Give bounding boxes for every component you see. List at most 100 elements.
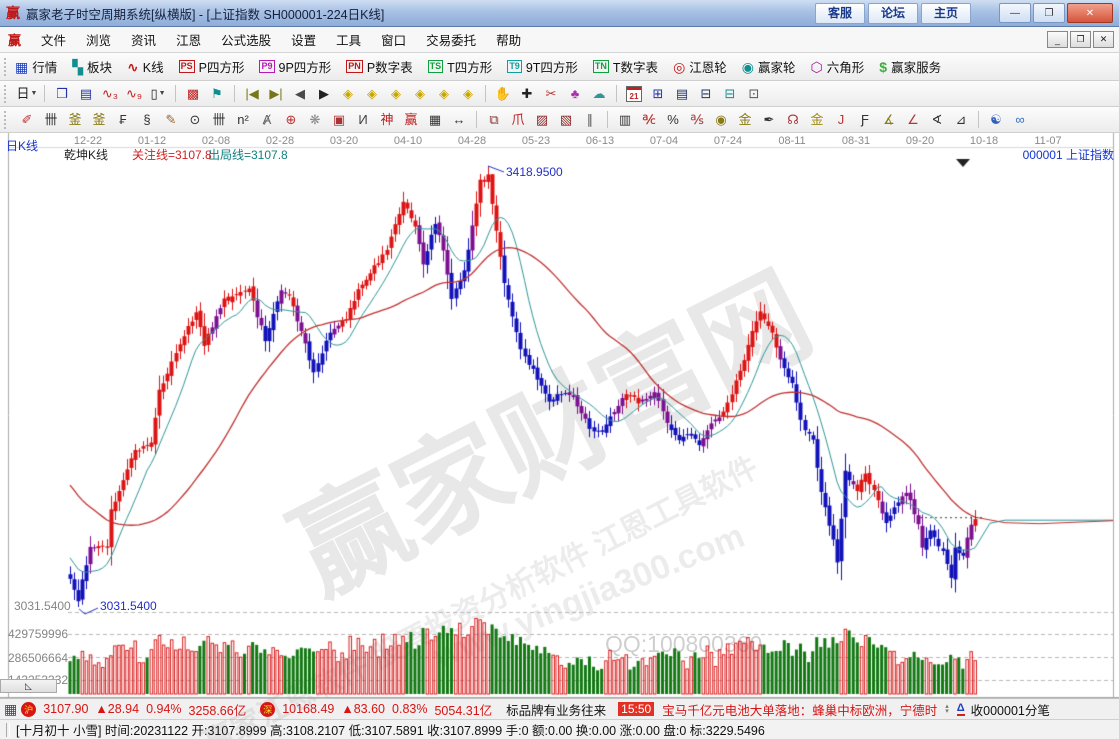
gold-grid2-tool[interactable]: 釜 xyxy=(87,110,111,130)
9t-square-button[interactable]: T99T四方形 xyxy=(507,57,578,76)
menu-tools[interactable]: 工具 xyxy=(326,30,371,49)
column-tool[interactable]: ▥ xyxy=(613,110,637,130)
star-web-tool[interactable]: ❋ xyxy=(303,110,327,130)
sectors-button[interactable]: ▚板块 xyxy=(72,57,112,76)
kline-button[interactable]: ∿K线 xyxy=(127,57,164,76)
calendar-icon[interactable]: 21 xyxy=(622,84,646,104)
9p-square-button[interactable]: P99P四方形 xyxy=(259,57,331,76)
ying-mark-tool[interactable]: 赢 xyxy=(399,110,423,130)
window-minimize-button[interactable]: — xyxy=(999,3,1031,23)
target-tool[interactable]: ⊕ xyxy=(279,110,303,130)
wedge-tool[interactable]: ⊿ xyxy=(949,110,973,130)
customer-service-button[interactable]: 客服 xyxy=(815,3,865,24)
web-box-tool[interactable]: ▣ xyxy=(327,110,351,130)
prev-bar-icon[interactable]: ◀ xyxy=(288,84,312,104)
pattern-grid-icon[interactable]: ▩ xyxy=(181,84,205,104)
kline-chart-canvas[interactable] xyxy=(0,133,1119,698)
menu-file[interactable]: 文件 xyxy=(31,30,76,49)
number-grid-tool[interactable]: ▦ xyxy=(423,110,447,130)
window-close-button[interactable]: ✕ xyxy=(1067,3,1113,23)
width-measure-tool[interactable]: ↔ xyxy=(447,110,471,130)
speed-angle-tool[interactable]: ∠ xyxy=(901,110,925,130)
menu-window[interactable]: 窗口 xyxy=(371,30,416,49)
send-pc-icon[interactable]: ⊡ xyxy=(742,84,766,104)
calculator-icon[interactable]: ⊞ xyxy=(646,84,670,104)
price-grid-tool[interactable]: 卌 xyxy=(207,110,231,130)
wave3-icon[interactable]: ∿₃ xyxy=(98,84,122,104)
percent-line-tool[interactable]: ℁ xyxy=(685,110,709,130)
expand-h-icon[interactable]: ◈ xyxy=(384,84,408,104)
gold-angle-tool[interactable]: ∡ xyxy=(877,110,901,130)
spiral-tool[interactable]: § xyxy=(135,110,159,130)
gold-circle-tool[interactable]: ◉ xyxy=(709,110,733,130)
infinity-icon[interactable]: ∞ xyxy=(1008,110,1032,130)
wave9-icon[interactable]: ∿₉ xyxy=(122,84,146,104)
shen-mark-tool[interactable]: 神 xyxy=(375,110,399,130)
net-box-tool[interactable]: ▧ xyxy=(554,110,578,130)
p-number-table-button[interactable]: PNP数字表 xyxy=(346,57,412,76)
gold-grid-tool[interactable]: 釜 xyxy=(63,110,87,130)
candle-style-selector[interactable]: ▯▼ xyxy=(146,84,170,104)
fan-lines-tool[interactable]: 爪 xyxy=(506,110,530,130)
news-scroll-spinner[interactable]: ▴▾ xyxy=(945,704,949,714)
fenbi-chart-icon[interactable]: Δ xyxy=(957,703,965,716)
gann-wheel-button[interactable]: ◎江恩轮 xyxy=(673,57,727,76)
gann-grid-tool[interactable]: 卌 xyxy=(39,110,63,130)
menu-formula-stock-pick[interactable]: 公式选股 xyxy=(211,30,281,49)
gold-section-tool[interactable]: 金 xyxy=(733,110,757,130)
hexagon-button[interactable]: ⬡六角形 xyxy=(811,57,865,76)
structure-tree-icon[interactable]: ♣ xyxy=(563,84,587,104)
tick-data-link[interactable]: 收000001分笔 xyxy=(971,700,1050,719)
brush-tool[interactable]: ✐ xyxy=(15,110,39,130)
mdi-close-button[interactable]: ✕ xyxy=(1093,31,1114,48)
parallel-lines-tool[interactable]: ∥ xyxy=(578,110,602,130)
notebook-icon[interactable]: ▤ xyxy=(670,84,694,104)
mind-cloud-icon[interactable]: ☁ xyxy=(587,84,611,104)
menu-news[interactable]: 资讯 xyxy=(121,30,166,49)
menu-gann[interactable]: 江恩 xyxy=(166,30,211,49)
fit-screen-icon[interactable]: ◈ xyxy=(456,84,480,104)
headline-news-text[interactable]: 宝马千亿元电池大单落地：蜂巢中标欧洲，宁德时 xyxy=(662,700,937,719)
p-square-button[interactable]: PSP四方形 xyxy=(179,57,245,76)
pane-corner-button[interactable]: ◺ xyxy=(0,679,57,693)
gold-line-tool[interactable]: 金 xyxy=(805,110,829,130)
menu-help[interactable]: 帮助 xyxy=(486,30,531,49)
winner-service-button[interactable]: $赢家服务 xyxy=(879,57,941,76)
mirror-tool[interactable]: Ⱥ xyxy=(255,110,279,130)
quotes-button[interactable]: ▦行情 xyxy=(15,57,57,76)
compress-h-icon[interactable]: ◈ xyxy=(408,84,432,104)
n-square-tool[interactable]: n² xyxy=(231,110,255,130)
box-frame-tool[interactable]: ⧉ xyxy=(482,110,506,130)
last-bar-icon[interactable]: ▶| xyxy=(264,84,288,104)
save-sync-icon[interactable]: ⊟ xyxy=(718,84,742,104)
pan-hand-icon[interactable]: ✋ xyxy=(491,84,515,104)
crosshair-icon[interactable]: ✚ xyxy=(515,84,539,104)
ink-pen-tool[interactable]: ✒ xyxy=(757,110,781,130)
first-bar-icon[interactable]: |◀ xyxy=(240,84,264,104)
mdi-restore-button[interactable]: ❐ xyxy=(1070,31,1091,48)
pen-tool[interactable]: ✎ xyxy=(159,110,183,130)
percent-x-tool[interactable]: ℀ xyxy=(637,110,661,130)
t-square-button[interactable]: TST四方形 xyxy=(428,57,493,76)
percent-tool[interactable]: % xyxy=(661,110,685,130)
winner-wheel-button[interactable]: ◉赢家轮 xyxy=(742,57,796,76)
mdi-minimize-button[interactable]: _ xyxy=(1047,31,1068,48)
shift-left-icon[interactable]: ◈ xyxy=(336,84,360,104)
forum-button[interactable]: 论坛 xyxy=(868,3,918,24)
arc-tool[interactable]: ☊ xyxy=(781,110,805,130)
save-icon[interactable]: ⊟ xyxy=(694,84,718,104)
menu-browse[interactable]: 浏览 xyxy=(76,30,121,49)
gann-angle-tool[interactable]: ∢ xyxy=(925,110,949,130)
j-angle-tool[interactable]: Ј xyxy=(829,110,853,130)
next-bar-icon[interactable]: ▶ xyxy=(312,84,336,104)
trend-flag-icon[interactable]: ⚑ xyxy=(205,84,229,104)
n-mark-tool[interactable]: И xyxy=(351,110,375,130)
hatch-box-tool[interactable]: ▨ xyxy=(530,110,554,130)
gann-clock-tool[interactable]: ⊙ xyxy=(183,110,207,130)
f-angle-tool[interactable]: Ƒ xyxy=(853,110,877,130)
period-day-selector[interactable]: 日▼ xyxy=(15,84,39,104)
multi-window-icon[interactable]: ❒ xyxy=(50,84,74,104)
menu-trade[interactable]: 交易委托 xyxy=(416,30,486,49)
window-restore-button[interactable]: ❐ xyxy=(1033,3,1065,23)
expand-v-icon[interactable]: ◈ xyxy=(432,84,456,104)
